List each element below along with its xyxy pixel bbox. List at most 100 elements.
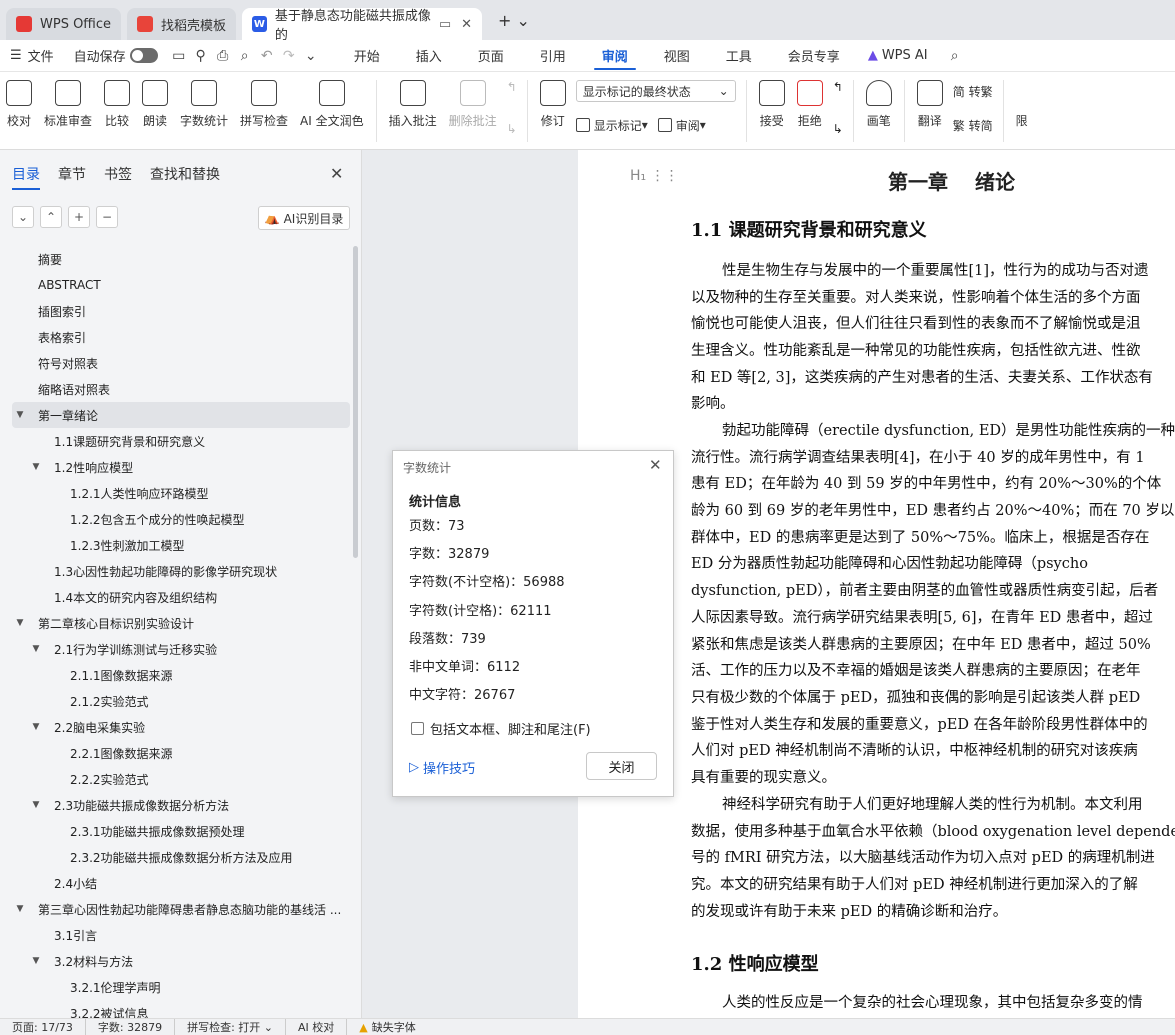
wps-ai-menu[interactable]: ▲ WPS AI [858,40,938,72]
expand-caret-icon[interactable]: ▼ [28,956,44,966]
to-traditional-button[interactable]: 简 转繁 [953,80,993,102]
group1-button-6[interactable]: AI 全文润色 [294,80,370,129]
toc-item[interactable]: 1.4本文的研究内容及组织结构 [12,584,350,610]
missing-font-indicator[interactable]: ▲ 缺失字体 [347,1019,427,1035]
limit-button[interactable]: 限 [1010,80,1034,129]
review-pane-button[interactable]: 审阅 ▾ [657,114,706,136]
collapse-all-button[interactable]: ⌄ [12,206,34,228]
include-textbox-checkbox[interactable]: 包括文本框、脚注和尾注(F) [411,719,591,738]
menu-4[interactable]: 审阅 [584,40,646,72]
toc-item[interactable]: 2.2.2实验范式 [12,766,350,792]
share-icon[interactable]: ⚲ [190,48,212,64]
toc-item[interactable]: 摘要 [12,246,350,272]
toc-item[interactable]: 符号对照表 [12,350,350,376]
expand-caret-icon[interactable]: ▼ [12,410,28,420]
group2-button-1[interactable]: 删除批注 [443,80,503,129]
prev-comment-icon[interactable]: ↰ [507,80,517,94]
group1-button-2[interactable]: 比较 [98,80,136,129]
menu-2[interactable]: 页面 [460,40,522,72]
autosave[interactable]: 自动保存 [64,40,168,72]
toc-item[interactable]: 2.4小结 [12,870,350,896]
next-change-icon[interactable]: ↳ [833,122,843,136]
toc-item[interactable]: 2.1.1图像数据来源 [12,662,350,688]
close-icon[interactable]: ✕ [461,17,472,32]
new-tab-icon[interactable]: + ⌄ [498,11,530,30]
expand-caret-icon[interactable]: ▼ [28,644,44,654]
toc-item[interactable]: 2.2.1图像数据来源 [12,740,350,766]
spell-check-indicator[interactable]: 拼写检查: 打开 ⌄ [175,1019,287,1035]
tips-link[interactable]: ▷ 操作技巧 [409,758,475,777]
toc-item[interactable]: 2.3.1功能磁共振成像数据预处理 [12,818,350,844]
close-icon[interactable]: ✕ [649,456,662,474]
checkbox-box[interactable] [411,722,424,735]
redo-icon[interactable]: ↷ [278,48,300,64]
toc-item[interactable]: 1.3心因性勃起功能障碍的影像学研究现状 [12,558,350,584]
group2-button-0[interactable]: 插入批注 [383,80,443,129]
toc-item[interactable]: ▼ 1.2性响应模型 [12,454,350,480]
tab-3[interactable]: W 基于静息态功能磁共振成像的 ▭ ✕ [242,8,483,43]
close-icon[interactable]: ✕ [330,164,343,183]
undo-icon[interactable]: ↶ [256,48,278,64]
file-menu[interactable]: ☰ 文件 [0,40,64,72]
toc-item[interactable]: 1.2.3性刺激加工模型 [12,532,350,558]
toc-item[interactable]: 3.2.1伦理学声明 [12,974,350,1000]
remove-toc-button[interactable]: − [96,206,118,228]
expand-up-button[interactable]: ⌃ [40,206,62,228]
ai-proofread-indicator[interactable]: AI 校对 [286,1019,348,1035]
toc-item[interactable]: 1.1课题研究背景和研究意义 [12,428,350,454]
expand-caret-icon[interactable]: ▼ [12,904,28,914]
toc-item[interactable]: ▼ 2.1行为学训练测试与迁移实验 [12,636,350,662]
expand-caret-icon[interactable]: ▼ [28,722,44,732]
more-dropdown-icon[interactable]: ⌄ [300,48,322,64]
menu-0[interactable]: 开始 [336,40,398,72]
reject-button[interactable]: 拒绝 [791,80,829,129]
toc-item[interactable]: ▼ 2.3功能磁共振成像数据分析方法 [12,792,350,818]
menu-5[interactable]: 视图 [646,40,708,72]
toc-item[interactable]: ▼ 2.2脑电采集实验 [12,714,350,740]
markup-state-select[interactable]: 显示标记的最终状态 ⌄ [575,80,736,102]
toc-item[interactable]: 2.3.2功能磁共振成像数据分析方法及应用 [12,844,350,870]
pen-button[interactable]: 画笔 [860,80,898,129]
print-icon[interactable]: ⎙ [212,48,234,64]
toc-item[interactable]: ▼ 3.2材料与方法 [12,948,350,974]
tab-1[interactable]: WPS Office [6,8,122,40]
expand-caret-icon[interactable]: ▼ [28,462,44,472]
add-toc-button[interactable]: + [68,206,90,228]
toc-item[interactable]: 3.1引言 [12,922,350,948]
group1-button-4[interactable]: 字数统计 [174,80,234,129]
toc-item[interactable]: 缩略语对照表 [12,376,350,402]
autosave-toggle[interactable] [129,48,158,63]
toc-item[interactable]: 2.1.2实验范式 [12,688,350,714]
menu-3[interactable]: 引用 [522,40,584,72]
expand-caret-icon[interactable]: ▼ [28,800,44,810]
toc-item[interactable]: 1.2.1人类性响应环路模型 [12,480,350,506]
menu-7[interactable]: 会员专享 [770,40,858,72]
toc-item[interactable]: 表格索引 [12,324,350,350]
close-button[interactable]: 关闭 [586,752,657,780]
prev-change-icon[interactable]: ↰ [833,80,843,94]
panel-tab-0[interactable]: 目录 [12,164,40,190]
translate-button[interactable]: 翻译 [911,80,949,129]
toc-item[interactable]: 插图索引 [12,298,350,324]
page-indicator[interactable]: 页面: 17/73 [0,1019,86,1035]
show-markup-button[interactable]: 显示标记 ▾ [575,114,648,136]
accept-button[interactable]: 接受 [753,80,791,129]
tab-2[interactable]: 找稻壳模板 [127,8,237,40]
panel-tab-1[interactable]: 章节 [58,164,86,184]
word-count-indicator[interactable]: 字数: 32879 [86,1019,176,1035]
next-comment-icon[interactable]: ↳ [507,122,517,136]
menu-1[interactable]: 插入 [398,40,460,72]
print-preview-icon[interactable]: ⌕ [234,48,256,64]
toc-item[interactable]: ▼ 第一章绪论 [12,402,350,428]
group1-button-1[interactable]: 标准审查 [38,80,98,129]
save-icon[interactable]: ▭ [168,48,190,64]
menu-6[interactable]: 工具 [708,40,770,72]
panel-tab-2[interactable]: 书签 [104,164,132,184]
revise-button[interactable]: 修订 [534,80,572,129]
expand-caret-icon[interactable]: ▼ [12,618,28,628]
group1-button-0[interactable]: 校对 [0,80,38,129]
panel-tab-3[interactable]: 查找和替换 [150,164,220,184]
group1-button-3[interactable]: 朗读 [136,80,174,129]
search-icon[interactable]: ⌕ [944,48,966,64]
toc-item[interactable]: ABSTRACT [12,272,350,298]
